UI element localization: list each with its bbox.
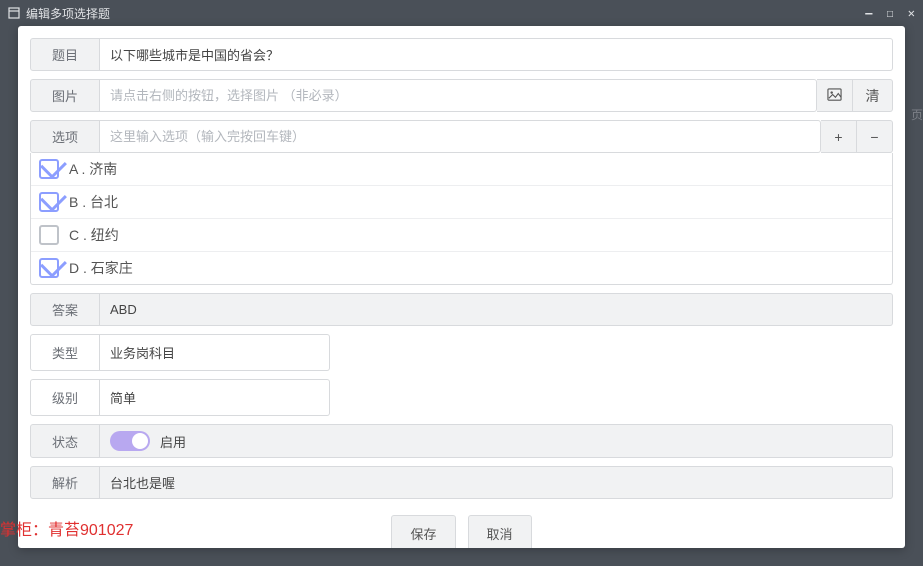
option-input[interactable] xyxy=(110,129,810,144)
image-input[interactable] xyxy=(110,88,806,103)
dialog-footer: 保存 取消 xyxy=(30,515,893,548)
option-checkbox[interactable] xyxy=(39,192,59,212)
option-item[interactable]: A . 济南 xyxy=(31,153,892,186)
status-toggle[interactable] xyxy=(110,431,150,451)
option-checkbox[interactable] xyxy=(39,258,59,278)
explain-input[interactable] xyxy=(110,475,882,490)
option-checkbox[interactable] xyxy=(39,225,59,245)
level-select[interactable]: 简单 xyxy=(100,379,330,416)
level-row: 级别 简单 xyxy=(30,379,330,416)
pick-image-button[interactable] xyxy=(817,79,853,112)
answer-value: ABD xyxy=(100,293,893,326)
level-label: 级别 xyxy=(30,379,100,416)
type-row: 类型 业务岗科目 xyxy=(30,334,330,371)
remove-option-button[interactable]: − xyxy=(857,120,893,153)
option-text: D . 石家庄 xyxy=(69,258,133,278)
type-label: 类型 xyxy=(30,334,100,371)
question-label: 题目 xyxy=(30,38,100,71)
option-item[interactable]: B . 台北 xyxy=(31,186,892,219)
explain-field xyxy=(100,466,893,499)
option-field-wrap xyxy=(100,120,821,153)
option-item[interactable]: C . 纽约 xyxy=(31,219,892,252)
answer-label: 答案 xyxy=(30,293,100,326)
question-field-wrap xyxy=(100,38,893,71)
titlebar: 编辑多项选择题 — ☐ ✕ xyxy=(0,0,923,26)
clear-image-button[interactable]: 清 xyxy=(853,79,893,112)
window-title: 编辑多项选择题 xyxy=(26,5,865,22)
image-row: 图片 清 xyxy=(30,79,893,112)
minus-icon: − xyxy=(870,129,878,145)
question-row: 题目 xyxy=(30,38,893,71)
option-text: A . 济南 xyxy=(69,159,117,179)
image-icon xyxy=(827,87,842,105)
save-button[interactable]: 保存 xyxy=(391,515,455,548)
maximize-button[interactable]: ☐ xyxy=(887,6,894,20)
type-select[interactable]: 业务岗科目 xyxy=(100,334,330,371)
option-input-row: 选项 + − xyxy=(30,120,893,153)
watermark-text: 掌柜：青苔901027 xyxy=(0,516,133,540)
explain-row: 解析 xyxy=(30,466,893,499)
image-field-wrap xyxy=(100,79,817,112)
options-list: A . 济南 B . 台北 C . 纽约 D . 石家庄 xyxy=(30,153,893,285)
status-text: 启用 xyxy=(160,432,186,451)
add-option-button[interactable]: + xyxy=(821,120,857,153)
status-label: 状态 xyxy=(30,424,100,458)
status-field: 启用 xyxy=(100,424,893,458)
option-item[interactable]: D . 石家庄 xyxy=(31,252,892,284)
close-button[interactable]: ✕ xyxy=(908,6,915,20)
window-icon xyxy=(8,7,20,19)
option-text: B . 台北 xyxy=(69,192,118,212)
dialog-body: 题目 图片 清 选项 + − A . 济南 B . 台北 C . 纽约 D . 石家庄 xyxy=(18,26,905,548)
question-input[interactable] xyxy=(110,47,882,62)
option-text: C . 纽约 xyxy=(69,225,119,245)
image-label: 图片 xyxy=(30,79,100,112)
explain-label: 解析 xyxy=(30,466,100,499)
background-fragment: 页 xyxy=(911,106,923,123)
plus-icon: + xyxy=(834,129,842,145)
status-row: 状态 启用 xyxy=(30,424,893,458)
option-label: 选项 xyxy=(30,120,100,153)
cancel-button[interactable]: 取消 xyxy=(468,515,532,548)
minimize-button[interactable]: — xyxy=(865,6,872,20)
answer-row: 答案 ABD xyxy=(30,293,893,326)
option-checkbox[interactable] xyxy=(39,159,59,179)
